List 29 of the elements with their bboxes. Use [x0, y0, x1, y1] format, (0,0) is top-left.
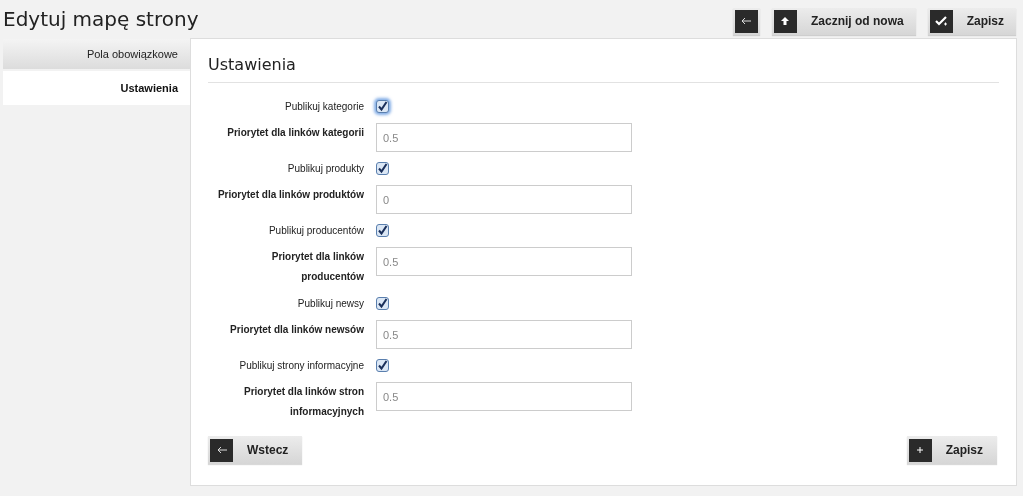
field-label: Priorytet dla linków producentów: [270, 250, 364, 284]
text-field[interactable]: 0.5: [376, 247, 632, 276]
field-label: Publikuj strony informacyjne: [238, 359, 364, 373]
text-field[interactable]: 0: [376, 185, 632, 214]
checkbox[interactable]: [376, 359, 389, 372]
restart-button[interactable]: Zacznij od nowa: [772, 7, 916, 35]
field-label: Publikuj kategorie: [284, 100, 364, 114]
save-button[interactable]: Zapisz: [906, 436, 997, 464]
checkmark-icon: [934, 14, 949, 28]
field-label: Priorytet dla linków kategorii: [226, 126, 364, 140]
checkbox[interactable]: [376, 224, 389, 237]
field-label: Priorytet dla linków newsów: [229, 323, 364, 337]
checkbox[interactable]: [376, 162, 389, 175]
text-field[interactable]: 0.5: [376, 320, 632, 349]
field-label: Priorytet dla linków stron informacyjnych: [242, 385, 364, 419]
field-label: Publikuj producentów: [267, 224, 364, 238]
sidebar-tab[interactable]: Ustawienia: [3, 71, 190, 105]
back-button[interactable]: [733, 7, 760, 35]
section-title: Ustawienia: [208, 54, 297, 76]
text-field[interactable]: 0.5: [376, 382, 632, 411]
back-button[interactable]: Wstecz: [208, 436, 303, 464]
text-field[interactable]: 0.5: [376, 123, 632, 152]
page-title: Edytuj mapę strony: [3, 6, 199, 33]
checkbox[interactable]: [376, 297, 389, 310]
field-label: Publikuj produkty: [286, 162, 364, 176]
field-label: Priorytet dla linków produktów: [216, 188, 364, 202]
save-button[interactable]: Zapisz: [927, 7, 1016, 35]
checkbox[interactable]: [376, 100, 389, 113]
field-label: Publikuj newsy: [296, 297, 364, 311]
